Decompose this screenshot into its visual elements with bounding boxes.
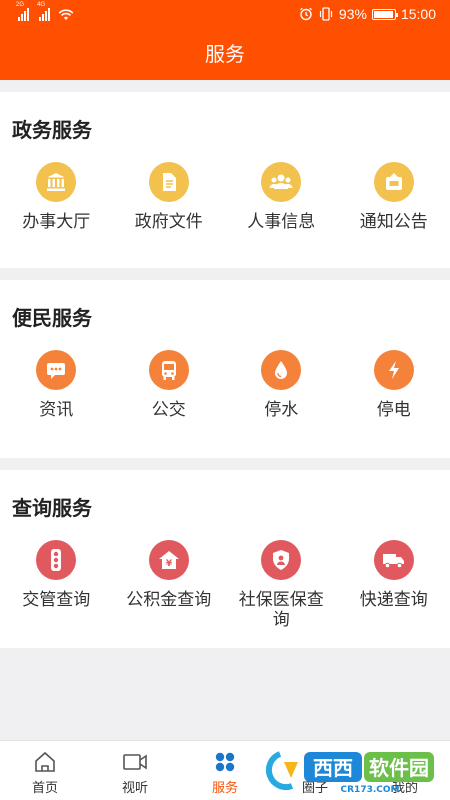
svg-text:CR173.COM: CR173.COM: [341, 785, 400, 794]
network-4g-label: 4G: [37, 2, 46, 8]
service-label: 停水: [264, 400, 299, 419]
service-grid: 办事大厅 政府文件 人事信息 通知公告: [0, 162, 450, 232]
service-label: 公积金查询: [126, 590, 212, 609]
battery-percent: 93%: [338, 6, 367, 22]
signal-4g-icon: 4G: [37, 2, 50, 21]
section-convenience-services: 便民服务 资讯 公交 停水 停电: [0, 280, 450, 458]
watermark-logo: 西西 软件园 CR173.COM: [265, 751, 434, 794]
section-title: 便民服务: [12, 308, 92, 330]
battery-fill: [373, 10, 393, 18]
status-right: 93% 15:00: [299, 6, 436, 22]
service-label: 人事信息: [247, 212, 316, 231]
chat-bubble-icon: [36, 350, 77, 390]
service-label: 公交: [151, 400, 186, 419]
nav-home[interactable]: 首页: [0, 741, 90, 800]
status-bar: 2G 4G 93% 15:00: [0, 0, 450, 30]
service-item-traffic-query[interactable]: 交管查询: [0, 540, 113, 630]
video-camera-icon: [123, 754, 147, 770]
service-grid: 交管查询 ¥ 公积金查询 社保医保查询 快递查询: [0, 540, 450, 630]
nav-label: 首页: [31, 780, 58, 795]
nav-label: 服务: [211, 780, 238, 795]
section-gov-services: 政务服务 办事大厅 政府文件 人事信息 通知公告: [0, 92, 450, 268]
vibrate-icon: [319, 7, 333, 21]
service-label: 快递查询: [359, 590, 428, 609]
service-grid: 资讯 公交 停水 停电: [0, 350, 450, 420]
service-label: 资讯: [39, 400, 74, 419]
service-label: 交管查询: [22, 590, 91, 609]
service-item-express-query[interactable]: 快递查询: [338, 540, 450, 630]
svg-text:西西: 西西: [313, 756, 353, 780]
people-group-icon: [261, 162, 302, 202]
section-title: 政务服务: [12, 120, 92, 142]
service-label: 办事大厅: [22, 212, 91, 231]
nav-services[interactable]: 服务: [180, 741, 270, 800]
battery-icon: [371, 8, 398, 20]
water-drop-icon: [261, 350, 302, 390]
service-item-bus[interactable]: 公交: [113, 350, 226, 420]
svg-text:软件园: 软件园: [369, 756, 429, 780]
bus-icon: [148, 350, 189, 390]
wifi-icon: [58, 9, 74, 20]
service-label: 社保医保查询: [238, 590, 324, 629]
nav-label: 视听: [121, 780, 148, 795]
service-item-insurance-query[interactable]: 社保医保查询: [225, 540, 338, 630]
network-indicators: 2G 4G: [16, 2, 74, 21]
shield-person-icon: [261, 540, 302, 580]
svg-text:¥: ¥: [166, 559, 173, 569]
section-query-services: 查询服务 交管查询 ¥ 公积金查询 社保医保查询 快递查询: [0, 470, 450, 648]
service-label: 政府文件: [134, 212, 203, 231]
document-icon: [148, 162, 189, 202]
clock: 15:00: [400, 6, 436, 22]
house-yuan-icon: ¥: [148, 540, 189, 580]
service-item-water-outage[interactable]: 停水: [225, 350, 338, 420]
notice-board-icon: [373, 162, 414, 202]
traffic-light-icon: [36, 540, 77, 580]
lightning-bolt-icon: [373, 350, 414, 390]
service-item-power-outage[interactable]: 停电: [338, 350, 450, 420]
section-title: 查询服务: [12, 498, 92, 520]
service-label: 停电: [376, 400, 411, 419]
service-item-housing-fund-query[interactable]: ¥ 公积金查询: [113, 540, 226, 630]
service-item-hall[interactable]: 办事大厅: [0, 162, 113, 232]
alarm-clock-icon: [299, 7, 312, 21]
service-item-news[interactable]: 资讯: [0, 350, 113, 420]
service-label: 通知公告: [359, 212, 428, 231]
nav-media[interactable]: 视听: [90, 741, 180, 800]
network-2g-label: 2G: [16, 2, 25, 8]
home-icon: [35, 751, 55, 772]
four-dots-grid-icon: [215, 752, 235, 772]
service-item-notices[interactable]: 通知公告: [338, 162, 450, 232]
bank-building-icon: [36, 162, 77, 202]
service-item-personnel[interactable]: 人事信息: [225, 162, 338, 232]
service-item-gov-files[interactable]: 政府文件: [113, 162, 226, 232]
page-title: 服务: [0, 30, 450, 80]
delivery-truck-icon: [373, 540, 414, 580]
signal-2g-icon: 2G: [16, 2, 29, 21]
